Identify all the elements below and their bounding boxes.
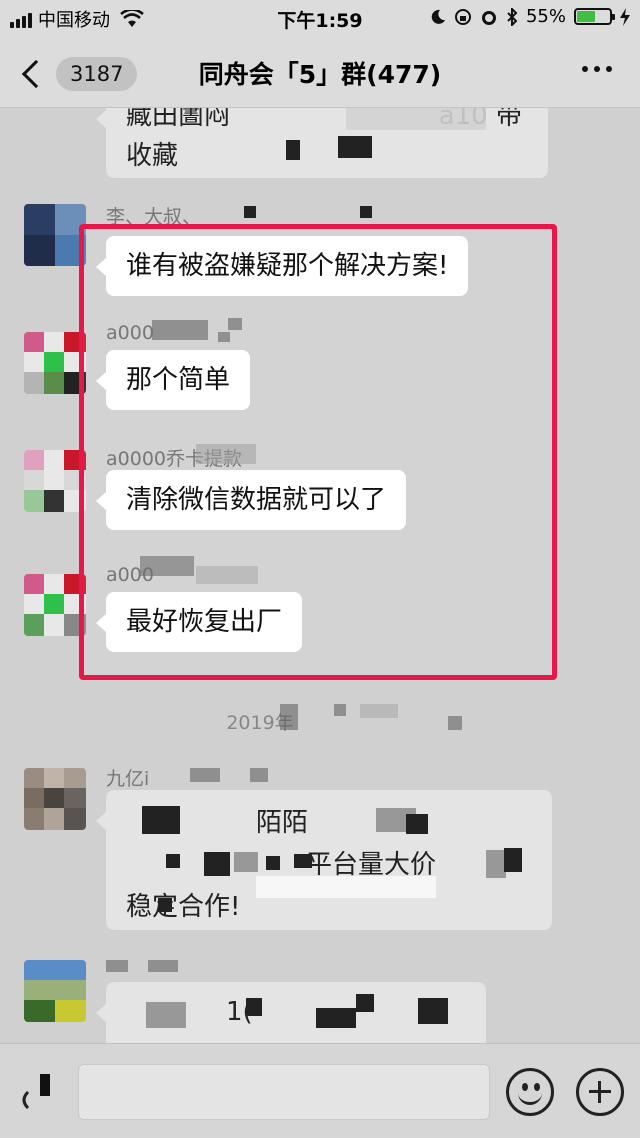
- sender-name: 九亿i: [106, 768, 150, 790]
- message-bubble[interactable]: 那个简单: [95, 350, 251, 410]
- date-divider: 2019年: [0, 708, 640, 735]
- more-options-icon[interactable]: [582, 66, 612, 72]
- avatar[interactable]: [24, 332, 86, 394]
- message-bubble[interactable]: 清除微信数据就可以了: [95, 470, 407, 530]
- alarm-icon: [481, 10, 496, 25]
- battery-percent: 55%: [525, 6, 566, 27]
- message-bubble[interactable]: 陌陌 平台量大价 稳定合作!: [96, 790, 552, 930]
- status-bar: 中国移动 下午1:59 55%: [0, 0, 640, 36]
- charging-icon: [620, 7, 630, 26]
- message-text: 陌陌: [256, 808, 309, 838]
- message-text: 收藏: [126, 141, 179, 171]
- message-text: 那个简单: [126, 365, 231, 395]
- voice-icon[interactable]: [14, 1068, 62, 1116]
- avatar[interactable]: [24, 960, 86, 1022]
- message-text: 最好恢复出厂: [126, 607, 283, 637]
- battery-icon: [574, 8, 615, 25]
- avatar[interactable]: [24, 574, 86, 636]
- message-text: 清除微信数据就可以了: [126, 485, 387, 515]
- moon-icon: [431, 9, 445, 24]
- input-bar: [0, 1043, 640, 1138]
- message-text: 稳定合作!: [126, 892, 241, 922]
- message-bubble[interactable]: 1(: [96, 982, 486, 1043]
- sender-name: a000: [106, 322, 154, 344]
- message-bubble[interactable]: 最好恢复出厂: [95, 592, 303, 652]
- avatar[interactable]: [24, 450, 86, 512]
- message-input[interactable]: [78, 1064, 490, 1120]
- message-bubble[interactable]: 藏田圕闷 a10 带 收藏: [96, 108, 548, 178]
- bluetooth-icon: [507, 7, 518, 26]
- emoji-icon[interactable]: [506, 1068, 554, 1116]
- message-text: 藏田圕闷: [126, 108, 231, 131]
- message-bubble[interactable]: 谁有被盗嫌疑那个解决方案!: [95, 236, 469, 296]
- avatar[interactable]: [24, 768, 86, 830]
- plus-icon[interactable]: [576, 1068, 624, 1116]
- avatar[interactable]: [24, 204, 86, 266]
- nav-bar: 3187 同舟会「5」群(477): [0, 36, 640, 108]
- chat-message-list[interactable]: 藏田圕闷 a10 带 收藏 李、大叔、: [0, 108, 640, 1043]
- message-text: 谁有被盗嫌疑那个解决方案!: [126, 251, 449, 281]
- lock-rotation-icon: [454, 8, 471, 25]
- chat-title: 同舟会「5」群(477): [198, 60, 442, 89]
